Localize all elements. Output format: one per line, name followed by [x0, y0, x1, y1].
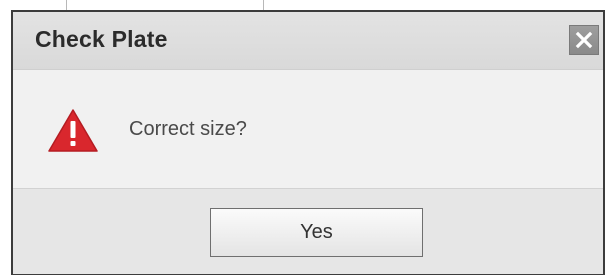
- dialog-titlebar[interactable]: Check Plate: [13, 12, 603, 70]
- close-icon: [575, 31, 593, 49]
- check-plate-dialog: Check Plate Correct size? Yes: [11, 10, 605, 275]
- dialog-message: Correct size?: [129, 118, 247, 140]
- warning-triangle-icon: [48, 109, 98, 152]
- close-button[interactable]: [569, 25, 599, 55]
- dialog-footer: Yes: [13, 188, 603, 274]
- yes-button[interactable]: Yes: [210, 208, 423, 257]
- dialog-body: Correct size?: [13, 70, 603, 188]
- dialog-title: Check Plate: [35, 26, 168, 52]
